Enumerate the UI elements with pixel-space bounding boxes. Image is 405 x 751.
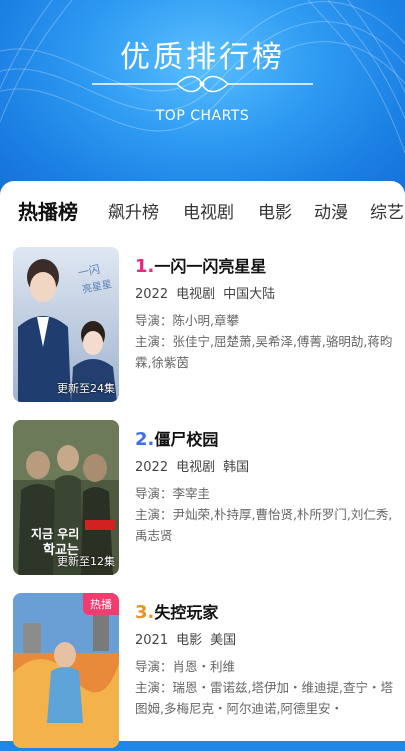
- region: 韩国: [223, 460, 250, 475]
- cast-label: 主演：: [135, 334, 173, 349]
- director-label: 导演：: [135, 486, 173, 501]
- cast-line: 主演：张佳宁,屈楚萧,吴希泽,傅菁,骆明劼,蒋昀霖,徐紫茵: [135, 331, 403, 373]
- cast-line: 主演：尹灿荣,朴持厚,曹怡贤,朴所罗门,刘仁秀,禹志贤: [135, 504, 403, 546]
- list-item[interactable]: 一闪 亮星星 更新至24集 1.一闪一闪亮星星 2022 电视剧 中国大陆 导演：陈…: [13, 247, 405, 405]
- rank-number: 3.: [135, 602, 155, 623]
- item-title[interactable]: 1.一闪一闪亮星星: [135, 253, 266, 277]
- title-text: 僵尸校园: [154, 430, 219, 449]
- item-meta: 2022 电视剧 中国大陆: [135, 283, 283, 302]
- year: 2021: [135, 633, 169, 648]
- poster-image[interactable]: 지금 우리 학교는 更新至12集: [13, 420, 119, 575]
- list-item[interactable]: 热播 3.失控玩家 2021 电影 美国 导演：肖恩・利维 主演：瑞恩・雷诺兹,塔伊…: [13, 593, 405, 751]
- genre-type: 电视剧: [176, 287, 216, 302]
- cast-value: 张佳宁,屈楚萧,吴希泽,傅菁,骆明劼,蒋昀霖,徐紫茵: [135, 334, 393, 370]
- genre-type: 电影: [176, 633, 203, 648]
- banner-subtitle: TOP CHARTS: [155, 108, 250, 124]
- title-text: 一闪一闪亮星星: [154, 257, 267, 276]
- director-label: 导演：: [135, 313, 173, 328]
- update-badge: 更新至24集: [57, 382, 115, 395]
- rank-number: 1.: [135, 256, 155, 277]
- update-badge: 更新至12集: [57, 555, 115, 568]
- director-line: 导演：肖恩・利维: [135, 656, 403, 677]
- region: 中国大陆: [223, 287, 276, 302]
- cast-value: 瑞恩・雷诺兹,塔伊加・维迪提,查宁・塔图姆,多梅尼克・阿尔迪诺,阿德里安・: [135, 680, 393, 716]
- tab-variety[interactable]: 综艺: [370, 198, 404, 223]
- item-meta: 2022 电视剧 韩国: [135, 456, 257, 475]
- ornament-divider-icon: [92, 75, 313, 93]
- rank-number: 2.: [135, 429, 155, 450]
- tab-anime[interactable]: 动漫: [314, 198, 348, 223]
- svg-text:지금 우리: 지금 우리: [31, 526, 79, 541]
- wave-decoration: [0, 0, 405, 155]
- poster-image[interactable]: 一闪 亮星星 更新至24集: [13, 247, 119, 402]
- director-value: 陈小明,章攀: [172, 313, 239, 328]
- banner-title: 优质排行榜: [120, 40, 285, 75]
- director-label: 导演：: [135, 659, 173, 674]
- tab-rising[interactable]: 飙升榜: [108, 198, 159, 223]
- cast-line: 主演：瑞恩・雷诺兹,塔伊加・维迪提,查宁・塔图姆,多梅尼克・阿尔迪诺,阿德里安・: [135, 677, 403, 719]
- year: 2022: [135, 287, 169, 302]
- year: 2022: [135, 460, 169, 475]
- region: 美国: [210, 633, 237, 648]
- item-meta: 2021 电影 美国: [135, 629, 244, 648]
- director-value: 肖恩・利维: [172, 659, 236, 674]
- item-title[interactable]: 2.僵尸校园: [135, 426, 218, 450]
- cast-label: 主演：: [135, 680, 173, 695]
- title-text: 失控玩家: [154, 603, 219, 622]
- director-value: 李宰圭: [172, 486, 211, 501]
- cast-label: 主演：: [135, 507, 173, 522]
- hot-badge: 热播: [83, 593, 119, 615]
- cast-value: 尹灿荣,朴持厚,曹怡贤,朴所罗门,刘仁秀,禹志贤: [135, 507, 393, 543]
- top-charts-banner: 优质排行榜 TOP CHARTS: [0, 0, 405, 200]
- director-line: 导演：李宰圭: [135, 483, 403, 504]
- genre-type: 电视剧: [176, 460, 216, 475]
- list-item[interactable]: 지금 우리 학교는 更新至12集 2.僵尸校园 2022 电视剧 韩国 导演：李宰圭…: [13, 420, 405, 578]
- item-title[interactable]: 3.失控玩家: [135, 599, 218, 623]
- director-line: 导演：陈小明,章攀: [135, 310, 403, 331]
- category-tabs: 热播榜 飙升榜 电视剧 电影 动漫 综艺: [0, 198, 405, 228]
- tab-tv[interactable]: 电视剧: [183, 198, 234, 223]
- tab-hot[interactable]: 热播榜: [18, 198, 78, 225]
- poster-image[interactable]: 热播: [13, 593, 119, 748]
- tab-movie[interactable]: 电影: [258, 198, 292, 223]
